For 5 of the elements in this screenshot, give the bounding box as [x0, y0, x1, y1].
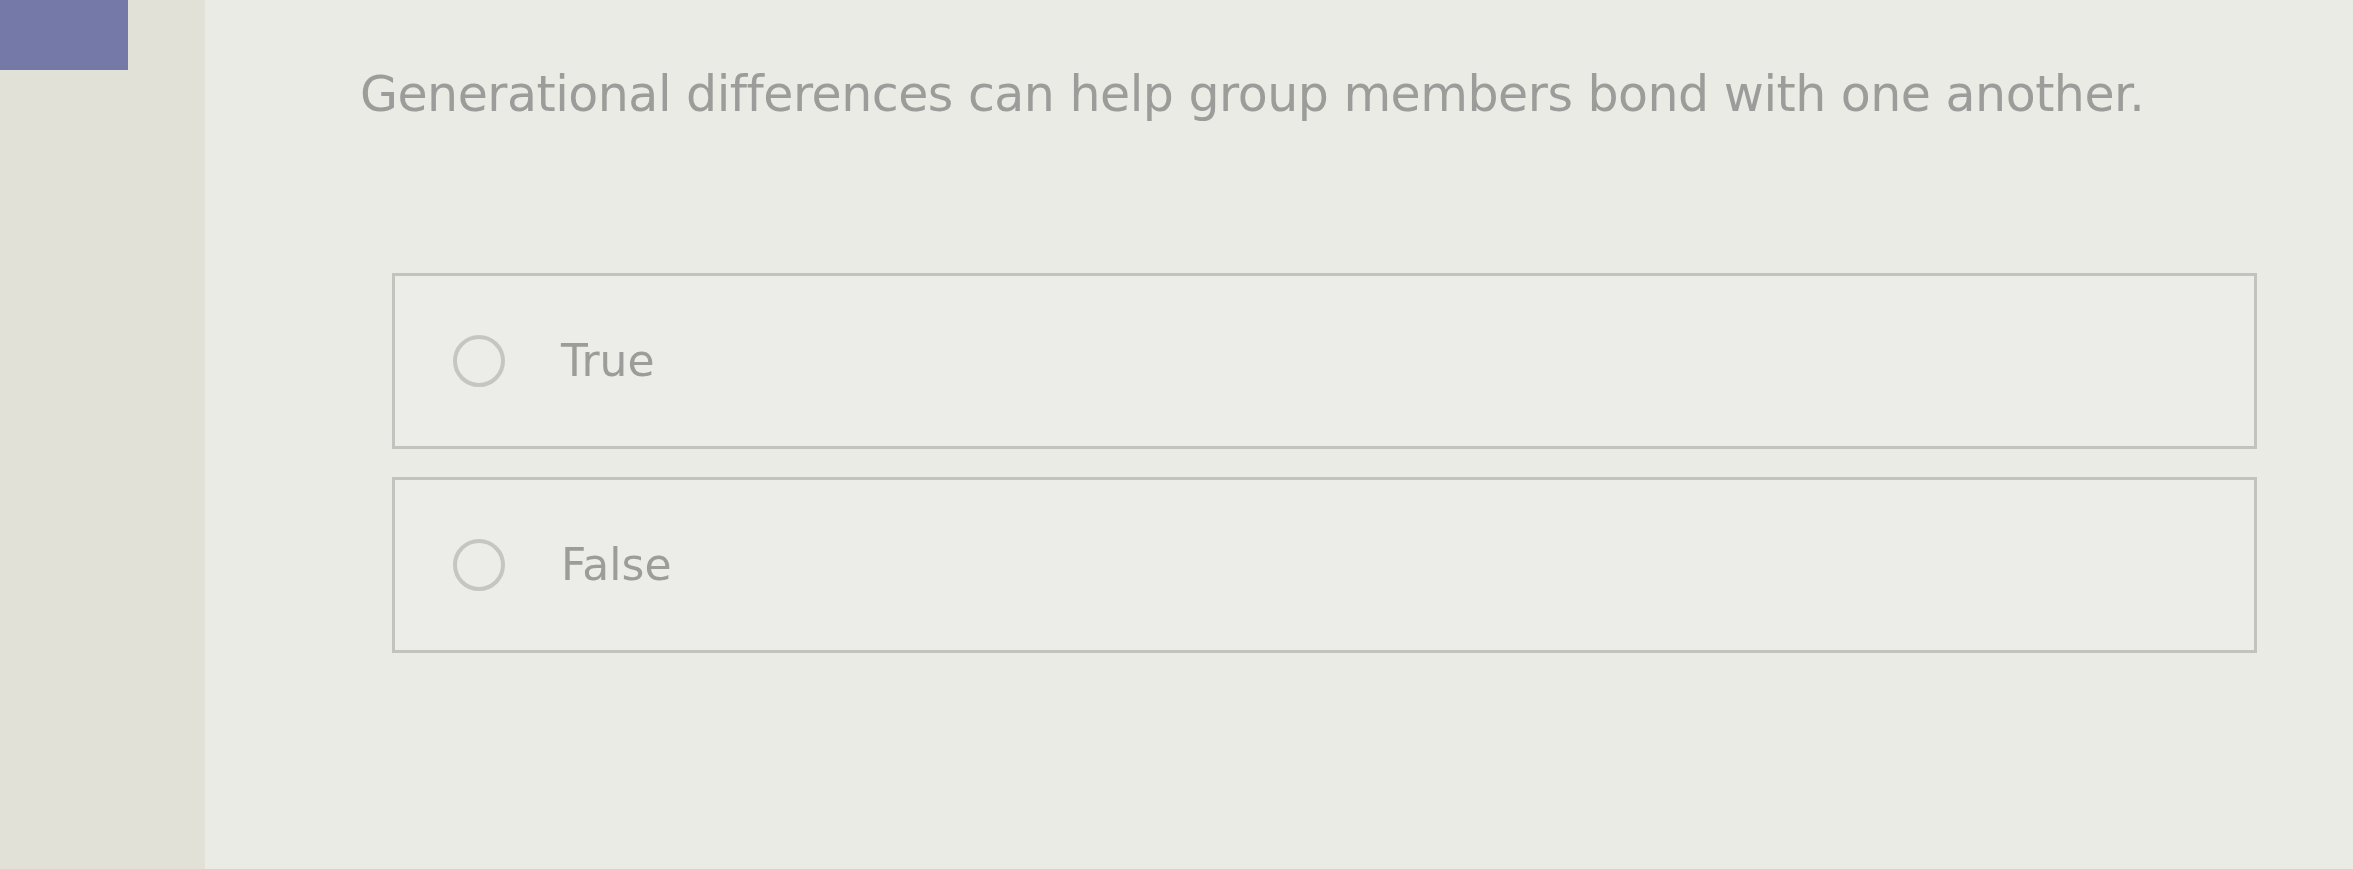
answer-option[interactable]: True	[392, 272, 2257, 449]
radio-button[interactable]	[453, 538, 505, 591]
answer-option[interactable]: False	[392, 476, 2257, 653]
radio-button[interactable]	[453, 334, 505, 387]
question-text: Generational differences can help group members bond with one another.	[360, 66, 2146, 125]
